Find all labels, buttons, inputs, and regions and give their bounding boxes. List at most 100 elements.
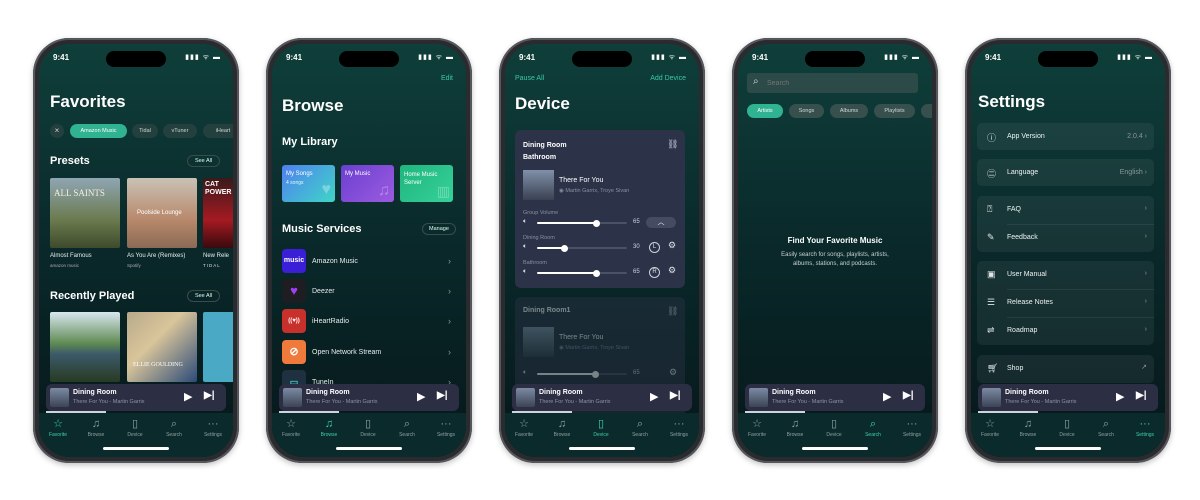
mini-player[interactable]: Dining Room There For You - Martin Garri… (46, 384, 226, 411)
service-row[interactable]: ♥ Deezer › (272, 279, 466, 305)
gear-icon[interactable]: ⚙ (668, 240, 676, 251)
link-icon[interactable]: ⛓ (667, 139, 678, 150)
tab-settings[interactable]: ··· Settings (660, 418, 698, 438)
service-row[interactable]: ⊘ Open Network Stream › (272, 340, 466, 366)
settings-release-notes[interactable]: ☰ Release Notes › (977, 289, 1154, 317)
filter-albums[interactable]: Albums (830, 104, 868, 118)
volume-slider[interactable] (537, 269, 627, 277)
tab-browse[interactable]: ♫ Browse (310, 418, 348, 438)
volume-slider[interactable] (537, 244, 627, 252)
search-field[interactable]: ⌕ (747, 73, 918, 93)
filter-songs[interactable]: Songs (789, 104, 824, 118)
recent-tile[interactable] (203, 312, 233, 382)
recent-tile[interactable] (50, 312, 120, 382)
tab-search[interactable]: ⌕ Search (388, 418, 426, 438)
settings-faq[interactable]: ⍰ FAQ › (977, 196, 1154, 224)
tab-browse[interactable]: ♫ Browse (543, 418, 581, 438)
gear-icon[interactable]: ⚙ (668, 265, 676, 276)
settings-roadmap[interactable]: ⇌ Roadmap › (977, 317, 1154, 345)
play-button[interactable]: ▶ (883, 390, 891, 403)
next-button[interactable]: ▶| (903, 390, 914, 401)
tab-settings[interactable]: ··· Settings (1126, 418, 1164, 438)
tab-search[interactable]: ⌕ Search (621, 418, 659, 438)
feedback-icon: ✎ (987, 232, 995, 242)
tab-search[interactable]: ⌕ Search (155, 418, 193, 438)
tab-device[interactable]: ▯ Device (116, 418, 154, 438)
volume-slider[interactable] (537, 370, 627, 378)
filter-playlists[interactable]: Playlists (874, 104, 915, 118)
tab-device[interactable]: ▯ Device (582, 418, 620, 438)
next-button[interactable]: ▶| (204, 390, 215, 401)
search-input[interactable] (767, 77, 907, 89)
presets-see-all-button[interactable]: See All (187, 155, 220, 167)
filter-artists[interactable]: Artists (747, 104, 783, 118)
play-button[interactable]: ▶ (1116, 390, 1124, 403)
chip-vtuner[interactable]: vTuner (163, 124, 197, 138)
library-home-music-server[interactable]: Home Music Server ▥ (400, 165, 453, 202)
recent-see-all-button[interactable]: See All (187, 290, 220, 302)
group-room-name: Dining Room (523, 142, 567, 149)
volume-thumb[interactable] (592, 219, 600, 227)
pause-all-button[interactable]: Pause All (515, 75, 544, 82)
tab-favorite[interactable]: ☆ Favorite (505, 418, 543, 438)
preset-tile[interactable]: Poolside Lounge (127, 178, 197, 248)
settings-app-version[interactable]: ⓘ App Version 2.0.4 › (977, 123, 1154, 150)
next-button[interactable]: ▶| (670, 390, 681, 401)
device-group-card[interactable]: Dining Room Bathroom ⛓ There For You ◉ Ma… (515, 130, 685, 288)
tab-device[interactable]: ▯ Device (349, 418, 387, 438)
gear-icon[interactable]: ⚙ (669, 367, 677, 378)
play-button[interactable]: ▶ (184, 390, 192, 403)
tab-browse[interactable]: ♫ Browse (77, 418, 115, 438)
service-row[interactable]: music Amazon Music › (272, 249, 466, 275)
volume-label: Group Volume (523, 210, 559, 216)
settings-shop[interactable]: 🛒︎ Shop ↗ (977, 355, 1154, 383)
chip-tidal[interactable]: Tidal (132, 124, 158, 138)
tab-favorite[interactable]: ☆ Favorite (272, 418, 310, 438)
tab-settings[interactable]: ··· Settings (427, 418, 465, 438)
volume-thumb[interactable] (592, 370, 599, 378)
tab-favorite[interactable]: ☆ Favorite (971, 418, 1009, 438)
tab-settings[interactable]: ··· Settings (194, 418, 232, 438)
tab-search[interactable]: ⌕ Search (854, 418, 892, 438)
settings-language[interactable]: ㊁ Language English › (977, 159, 1154, 186)
link-icon[interactable]: ⛓ (667, 306, 678, 317)
volume-thumb[interactable] (561, 244, 568, 252)
tab-settings[interactable]: ··· Settings (893, 418, 931, 438)
mini-player[interactable]: Dining Room There For You - Martin Garri… (745, 384, 925, 411)
tidal-logo: TIDAL (203, 263, 221, 268)
preset-tile[interactable]: CAT POWER (203, 178, 233, 248)
volume-thumb[interactable] (592, 269, 600, 277)
tab-search[interactable]: ⌕ Search (1087, 418, 1125, 438)
play-button[interactable]: ▶ (650, 390, 658, 403)
volume-label: Dining Room (523, 235, 555, 241)
mini-player[interactable]: Dining Room There For You - Martin Garri… (512, 384, 692, 411)
collapse-button[interactable]: ︿ (646, 217, 676, 228)
settings-feedback[interactable]: ✎ Feedback › (977, 224, 1154, 252)
tab-favorite[interactable]: ☆ Favorite (39, 418, 77, 438)
library-my-songs[interactable]: My Songs 4 songs ♥ (282, 165, 335, 202)
library-my-music[interactable]: My Music ♫ (341, 165, 394, 202)
tab-device[interactable]: ▯ Device (815, 418, 853, 438)
add-device-button[interactable]: Add Device (650, 75, 686, 82)
preset-tile[interactable]: ALL SAINTS (50, 178, 120, 248)
settings-user-manual[interactable]: ▣ User Manual › (977, 261, 1154, 289)
recent-tile[interactable]: ELLIE GOULDING (127, 312, 197, 382)
next-button[interactable]: ▶| (1136, 390, 1147, 401)
mini-player[interactable]: Dining Room There For You - Martin Garri… (978, 384, 1158, 411)
filter-more[interactable] (921, 104, 932, 118)
play-button[interactable]: ▶ (417, 390, 425, 403)
chevron-up-icon: ︿ (657, 219, 665, 226)
next-button[interactable]: ▶| (437, 390, 448, 401)
tab-favorite[interactable]: ☆ Favorite (738, 418, 776, 438)
tab-device[interactable]: ▯ Device (1048, 418, 1086, 438)
mini-player[interactable]: Dining Room There For You - Martin Garri… (279, 384, 459, 411)
tab-browse[interactable]: ♫ Browse (1009, 418, 1047, 438)
chip-amazon-music[interactable]: Amazon Music (70, 124, 127, 138)
manage-button[interactable]: Manage (422, 223, 456, 235)
service-row[interactable]: ((♥)) iHeartRadio › (272, 309, 466, 335)
clear-filter-button[interactable]: × (50, 124, 64, 138)
tab-browse[interactable]: ♫ Browse (776, 418, 814, 438)
chip-iheart[interactable]: iHeart (203, 124, 233, 138)
edit-button[interactable]: Edit (441, 75, 453, 82)
volume-slider[interactable] (537, 219, 627, 227)
